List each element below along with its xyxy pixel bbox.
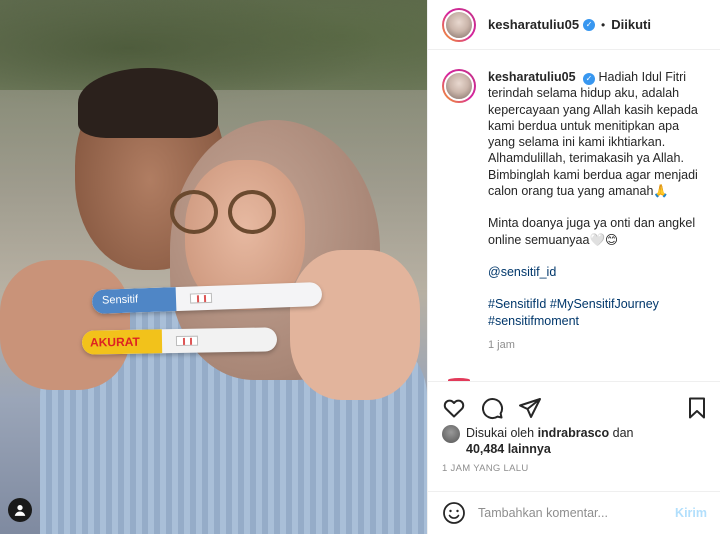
likes-count[interactable]: 40,484 lainnya xyxy=(466,442,551,456)
heart-icon[interactable] xyxy=(442,396,466,420)
caption-area: kesharatuliu05 ✓ Hadiah Idul Fitri terin… xyxy=(428,51,720,381)
man-hair xyxy=(78,68,218,138)
liked-by-and: dan xyxy=(612,426,634,440)
test-result-window xyxy=(175,335,199,347)
caption-paragraph-2: Minta doanya juga ya onti dan angkel onl… xyxy=(488,216,696,247)
caption-paragraph-1: Hadiah Idul Fitri terindah selama hidup … xyxy=(488,70,698,199)
verified-icon: ✓ xyxy=(583,18,596,31)
comment-icon[interactable] xyxy=(480,396,504,420)
user-tag-icon[interactable] xyxy=(8,498,32,522)
comment-input[interactable] xyxy=(478,506,676,520)
test-result-window xyxy=(189,292,213,304)
left-hand xyxy=(0,260,130,390)
liked-by-user[interactable]: indrabrasco xyxy=(538,426,610,440)
action-icons xyxy=(442,396,542,420)
avatar[interactable] xyxy=(442,7,476,42)
hashtags-line-1[interactable]: #SensitifId #MySensitifJourney xyxy=(488,296,706,312)
mention-link[interactable]: @sensitif_id xyxy=(488,264,706,280)
caption-text: kesharatuliu05 ✓ Hadiah Idul Fitri terin… xyxy=(488,69,706,329)
right-hand xyxy=(290,250,420,400)
liked-by-prefix: Disukai oleh xyxy=(466,426,535,440)
share-icon[interactable] xyxy=(518,396,542,420)
header-username[interactable]: kesharatuliu05 xyxy=(488,17,579,32)
glasses xyxy=(170,190,280,240)
avatar[interactable] xyxy=(442,425,460,443)
post-side-panel: kesharatuliu05 ✓ • Diikuti kesharatuliu0… xyxy=(427,0,720,534)
separator-dot: • xyxy=(601,17,606,32)
actions-section: Disukai oleh indrabrasco dan 40,484 lain… xyxy=(428,381,720,491)
likes-summary: Disukai oleh indrabrasco dan 40,484 lain… xyxy=(442,425,633,457)
post-comment-button[interactable]: Kirim xyxy=(675,506,707,520)
comment-bar: Kirim xyxy=(428,491,720,534)
post-header: kesharatuliu05 ✓ • Diikuti xyxy=(428,0,720,50)
post-photo[interactable]: Sensitif AKURAT xyxy=(0,0,427,534)
hashtags-line-2[interactable]: #sensitifmoment xyxy=(488,313,706,329)
caption-username[interactable]: kesharatuliu05 xyxy=(488,70,576,84)
caption-time: 1 jam xyxy=(488,338,515,351)
follow-status-button[interactable]: Diikuti xyxy=(611,17,651,32)
verified-icon: ✓ xyxy=(583,73,596,86)
caption-row: kesharatuliu05 ✓ Hadiah Idul Fitri terin… xyxy=(442,69,707,329)
post-timestamp[interactable]: 1 JAM YANG LALU xyxy=(442,463,529,474)
test-brand-label: AKURAT xyxy=(81,329,163,355)
test-brand-label: Sensitif xyxy=(91,287,177,315)
avatar[interactable] xyxy=(442,69,476,103)
emoji-icon[interactable] xyxy=(442,501,466,525)
pregnancy-test-akurat: AKURAT xyxy=(81,327,278,355)
bookmark-icon[interactable] xyxy=(685,396,709,420)
